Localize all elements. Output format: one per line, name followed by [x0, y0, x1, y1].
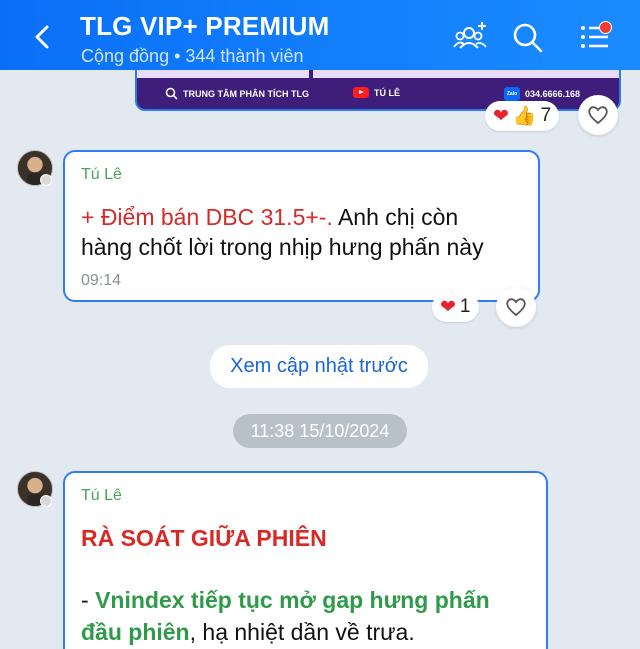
highlight-text: + Điểm bán DBC 31.5+-.: [81, 204, 333, 230]
banner-item-youtube: TÚ LÊ: [353, 87, 400, 98]
banner-stripe: [137, 70, 309, 78]
highlight-text: Vnindex tiếp tục mở gap hưng phấn: [95, 587, 490, 613]
message-bubble[interactable]: Tú Lê RÀ SOÁT GIỮA PHIÊN - Vnindex tiếp …: [63, 471, 548, 649]
youtube-icon: [353, 87, 369, 98]
chat-header: TLG VIP+ PREMIUM Cộng đồng • 344 thành v…: [0, 0, 640, 70]
add-member-icon[interactable]: [452, 18, 490, 56]
thumbs-up-reaction-icon: 👍: [512, 106, 537, 127]
banner-stripe: [313, 70, 619, 78]
message-text-line: - Vnindex tiếp tục mở gap hưng phấn: [81, 587, 490, 614]
see-previous-updates-button[interactable]: Xem cập nhật trước: [210, 345, 428, 388]
search-icon: [165, 87, 178, 100]
chevron-left-icon[interactable]: [26, 20, 60, 54]
heart-reaction-icon: ❤: [440, 296, 456, 318]
heart-outline-icon: [506, 298, 526, 317]
banner-item-center: TRUNG TÂM PHÂN TÍCH TLG: [165, 87, 309, 100]
message-text-line: hàng chốt lời trong nhịp hưng phấn này: [81, 234, 484, 260]
message-time: 09:14: [81, 272, 122, 289]
heart-reaction-icon: ❤: [493, 105, 509, 127]
reaction-count: 7: [540, 105, 552, 126]
message-text-line: + Điểm bán DBC 31.5+-. Anh chị còn: [81, 204, 458, 231]
highlight-text: đầu phiên: [81, 619, 190, 645]
reaction-summary[interactable]: ❤ 👍 7: [485, 101, 560, 131]
sender-name[interactable]: Tú Lê: [81, 487, 122, 505]
reaction-summary[interactable]: ❤ 1: [432, 292, 479, 322]
heart-outline-icon: [588, 106, 608, 125]
message-text: -: [81, 587, 96, 613]
sender-name[interactable]: Tú Lê: [81, 166, 122, 184]
zalo-icon: Zalo: [504, 87, 520, 101]
react-heart-button[interactable]: [578, 95, 618, 135]
react-heart-button[interactable]: [496, 287, 536, 327]
key-badge-icon: [40, 495, 52, 507]
search-icon[interactable]: [508, 18, 546, 56]
message-heading: RÀ SOÁT GIỮA PHIÊN: [81, 525, 327, 551]
message-bubble[interactable]: Tú Lê + Điểm bán DBC 31.5+-. Anh chị còn…: [63, 150, 540, 302]
member-count[interactable]: Cộng đồng • 344 thành viên: [81, 46, 303, 67]
key-badge-icon: [40, 174, 52, 186]
date-separator: 11:38 15/10/2024: [233, 414, 407, 448]
banner-label: TRUNG TÂM PHÂN TÍCH TLG: [183, 88, 309, 99]
message-text-line: đầu phiên, hạ nhiệt dần về trưa.: [81, 619, 415, 646]
page-title[interactable]: TLG VIP+ PREMIUM: [80, 11, 330, 42]
banner-label: TÚ LÊ: [374, 87, 400, 98]
reaction-count: 1: [459, 296, 471, 317]
banner-label: 034.6666.168: [525, 89, 581, 99]
message-text: Anh chị còn: [332, 204, 459, 230]
notification-dot: [599, 21, 612, 34]
message-text: , hạ nhiệt dần về trưa.: [189, 619, 415, 645]
banner-item-zalo: Zalo 034.6666.168: [504, 87, 580, 101]
